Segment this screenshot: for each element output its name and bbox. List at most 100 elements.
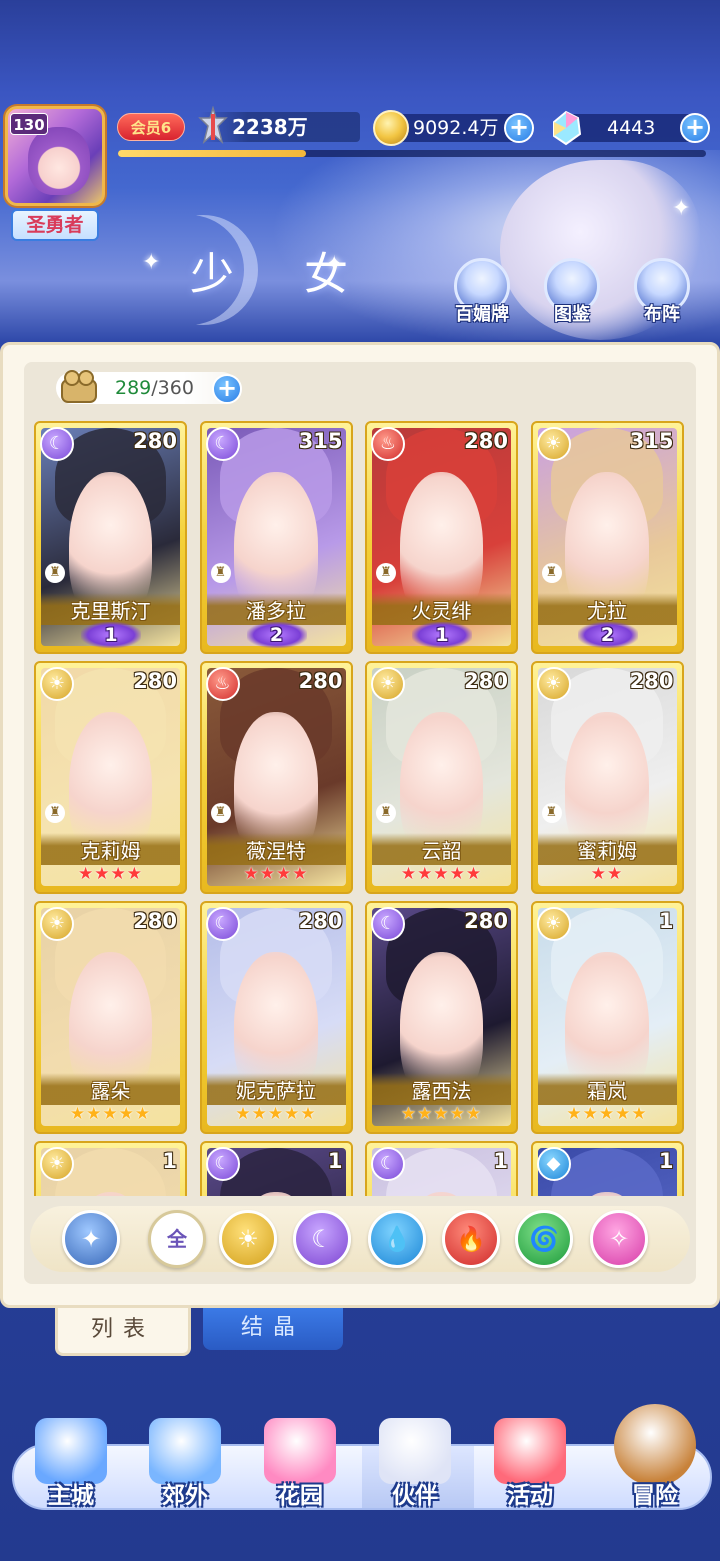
filter-fire-button[interactable]: 🔥 [442, 1210, 500, 1268]
filter-wind-icon: 🌀 [529, 1225, 559, 1253]
nav-item-magic-circle[interactable]: 郊外 [130, 1418, 240, 1514]
character-card[interactable]: ☀ 1 [34, 1141, 187, 1196]
formation-rook-icon: ♜ [541, 803, 562, 823]
star-rating: ★★ [590, 864, 624, 884]
character-card[interactable]: ☾ 1 [199, 1141, 353, 1196]
formation-rook-icon: ♜ [210, 803, 231, 823]
character-name: 霜岚 [587, 1079, 627, 1103]
player-title-badge[interactable]: 圣勇者 [11, 209, 99, 241]
character-card[interactable]: ☀ 280 云韶 ♜ ★★★★★ [365, 661, 518, 894]
star-rating: ★★★★★ [400, 1104, 483, 1124]
nav-item-heart-garden[interactable]: 花园 [245, 1418, 355, 1514]
character-name: 尤拉 [587, 599, 627, 623]
card-deck-label: 百媚牌 [455, 304, 509, 325]
filter-wind-button[interactable]: 🌀 [515, 1210, 573, 1268]
character-name: 薇涅特 [246, 839, 306, 863]
nav-label: 主城 [48, 1483, 94, 1509]
filter-moon-button[interactable]: ☾ [293, 1210, 351, 1268]
sun-element-icon: ☀ [536, 667, 571, 701]
character-level: 315 [298, 429, 343, 453]
nav-label: 伙伴 [392, 1483, 438, 1509]
character-card[interactable]: ☾ 280 克里斯汀 ♜ 1 [34, 421, 187, 654]
moon-element-icon: ☾ [205, 1147, 240, 1181]
nav-item-gift[interactable]: 活动 [475, 1418, 585, 1514]
sparkle-icon: ✦ [672, 196, 691, 221]
formation-button[interactable]: 布阵 [626, 258, 698, 326]
character-name: 蜜莉姆 [577, 839, 637, 863]
codex-button[interactable]: 图鉴 [536, 258, 608, 326]
character-card[interactable]: ☾ 315 潘多拉 ♜ 2 [199, 421, 353, 654]
character-grid[interactable]: ☾ 280 克里斯汀 ♜ 1 ☾ 315 潘多拉 ♜ 2 ♨ 280 火灵绯 ♜ 1 … [24, 420, 696, 1196]
expand-roster-button[interactable]: + [212, 374, 242, 404]
character-level: 1 [493, 1149, 508, 1173]
sun-element-icon: ☀ [536, 907, 571, 941]
character-name: 火灵绯 [411, 599, 472, 623]
heart-garden-icon [264, 1418, 336, 1484]
character-card[interactable]: ☀ 280 露朵 ★★★★★ [34, 901, 187, 1134]
character-name: 克里斯汀 [70, 599, 151, 623]
filter-upgrade-icon: ✦ [80, 1225, 102, 1253]
character-card[interactable]: ☀ 280 蜜莉姆 ♜ ★★ [530, 661, 684, 894]
character-name: 云韶 [421, 839, 462, 863]
sun-element-icon: ☀ [536, 427, 571, 461]
nav-item-partner[interactable]: 伙伴 [360, 1418, 470, 1514]
player-level-badge: 130 [10, 113, 48, 135]
backpack-icon [61, 370, 97, 403]
add-gold-button[interactable]: + [504, 113, 534, 143]
nav-item-compass[interactable]: 冒险 [600, 1404, 710, 1514]
character-name: 妮克萨拉 [236, 1079, 316, 1103]
rank-wings-badge: 1 [412, 622, 472, 648]
star-rating: ★★★★ [78, 864, 143, 884]
character-card[interactable]: ◆ 1 [530, 1141, 684, 1196]
filter-all-icon: 全 [167, 1227, 187, 1251]
filter-upgrade-button[interactable]: ✦ [62, 1210, 120, 1268]
formation-rook-icon: ♜ [45, 563, 65, 583]
filter-moon-icon: ☾ [311, 1225, 333, 1253]
formation-label: 布阵 [644, 304, 680, 325]
moon-element-icon: ☾ [40, 427, 74, 461]
character-level: 280 [298, 669, 343, 693]
castle-icon [35, 1418, 107, 1484]
nav-label: 郊外 [162, 1483, 208, 1509]
character-level: 280 [133, 429, 177, 453]
card-deck-button[interactable]: 百媚牌 [446, 258, 518, 326]
filter-water-button[interactable]: 💧 [368, 1210, 426, 1268]
rank-wings-badge: 1 [81, 622, 141, 648]
filter-star-button[interactable]: ✧ [590, 1210, 648, 1268]
character-level: 1 [658, 1149, 674, 1173]
add-gem-button[interactable]: + [680, 113, 710, 143]
character-card[interactable]: ♨ 280 薇涅特 ♜ ★★★★ [199, 661, 353, 894]
filter-sun-button[interactable]: ☀ [219, 1210, 277, 1268]
vip-badge[interactable]: 会员6 [117, 113, 185, 141]
gem-value: 4443 [607, 117, 656, 139]
character-card[interactable]: ☾ 1 [365, 1141, 518, 1196]
compass-icon [614, 1404, 696, 1486]
formation-rook-icon: ♜ [210, 563, 231, 583]
water-element-icon: ◆ [536, 1147, 571, 1181]
character-card[interactable]: ☾ 280 露西法 ★★★★★ [365, 901, 518, 1134]
character-card[interactable]: ☀ 1 霜岚 ★★★★★ [530, 901, 684, 1134]
character-card[interactable]: ☀ 315 尤拉 ♜ 2 [530, 421, 684, 654]
character-level: 1 [327, 1149, 343, 1173]
character-card[interactable]: ☀ 280 克莉姆 ♜ ★★★★ [34, 661, 187, 894]
character-card[interactable]: ♨ 280 火灵绯 ♜ 1 [365, 421, 518, 654]
formation-rook-icon: ♜ [541, 563, 562, 583]
tab-crystal[interactable]: 结晶 [203, 1308, 343, 1350]
tab-list[interactable]: 列表 [55, 1308, 191, 1356]
filter-all-button[interactable]: 全 [148, 1210, 206, 1268]
character-level: 315 [629, 429, 674, 453]
rank-wings-badge: 2 [246, 622, 307, 648]
star-rating: ★★★★ [243, 864, 309, 884]
star-rating: ★★★★★ [69, 1104, 152, 1124]
magic-circle-icon [149, 1418, 221, 1484]
character-card[interactable]: ☾ 280 妮克萨拉 ★★★★★ [199, 901, 353, 1134]
character-level: 280 [464, 669, 508, 693]
codex-label: 图鉴 [554, 304, 590, 325]
character-level: 280 [133, 669, 177, 693]
character-name: 潘多拉 [246, 599, 306, 623]
sparkle-icon: ✦ [325, 252, 344, 277]
fire-element-icon: ♨ [205, 667, 240, 701]
character-name: 露朵 [90, 1079, 131, 1103]
gem-icon [553, 110, 582, 146]
nav-item-castle[interactable]: 主城 [16, 1418, 126, 1514]
